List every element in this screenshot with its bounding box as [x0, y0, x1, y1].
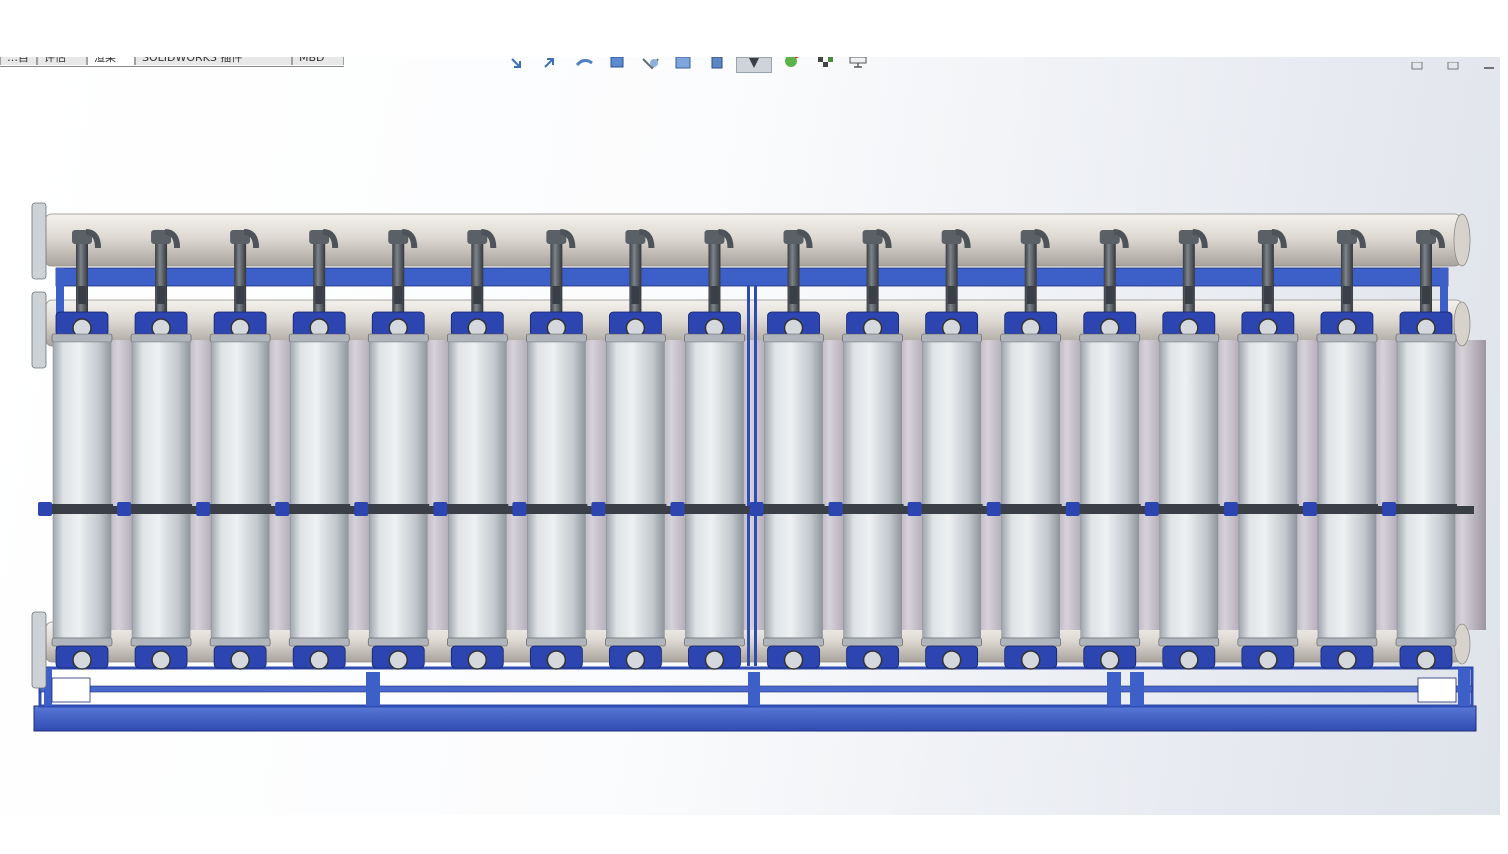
tab-project[interactable]: …目 [0, 57, 37, 65]
tab-solidworks-addins[interactable]: SOLIDWORKS 插件 [135, 57, 292, 65]
tab-evaluate[interactable]: 评估 [37, 57, 87, 65]
section-view-icon[interactable] [604, 57, 631, 71]
minimize-icon[interactable] [1482, 57, 1496, 69]
view-orientation-icon[interactable] [670, 57, 697, 71]
display-style-icon[interactable] [703, 57, 730, 71]
tile-icon[interactable] [1446, 57, 1460, 70]
tab-render[interactable]: 渲染 [87, 57, 135, 65]
zoom-to-area-icon[interactable] [538, 57, 565, 71]
heads-up-view-toolbar [505, 57, 871, 73]
apply-scene-icon[interactable] [811, 57, 838, 71]
window-controls [1410, 57, 1496, 70]
command-manager-tabs: …目 评估 渲染 SOLIDWORKS 插件 MBD [0, 57, 344, 67]
tab-mbd[interactable]: MBD [292, 57, 344, 65]
base-frame [33, 666, 1477, 732]
restore-icon[interactable] [1410, 57, 1424, 70]
ultrafiltration-skid-model[interactable] [0, 57, 1500, 815]
view-settings-icon[interactable] [844, 57, 871, 71]
solidworks-graphics-area[interactable]: …目 评估 渲染 SOLIDWORKS 插件 MBD [0, 57, 1500, 815]
edit-appearance-icon[interactable] [778, 57, 805, 71]
dynamic-annotation-icon[interactable] [637, 57, 664, 71]
zoom-to-fit-icon[interactable] [505, 57, 532, 71]
membrane-module[interactable] [38, 229, 113, 670]
previous-view-icon[interactable] [571, 57, 598, 71]
hide-show-items-icon[interactable] [736, 57, 772, 73]
